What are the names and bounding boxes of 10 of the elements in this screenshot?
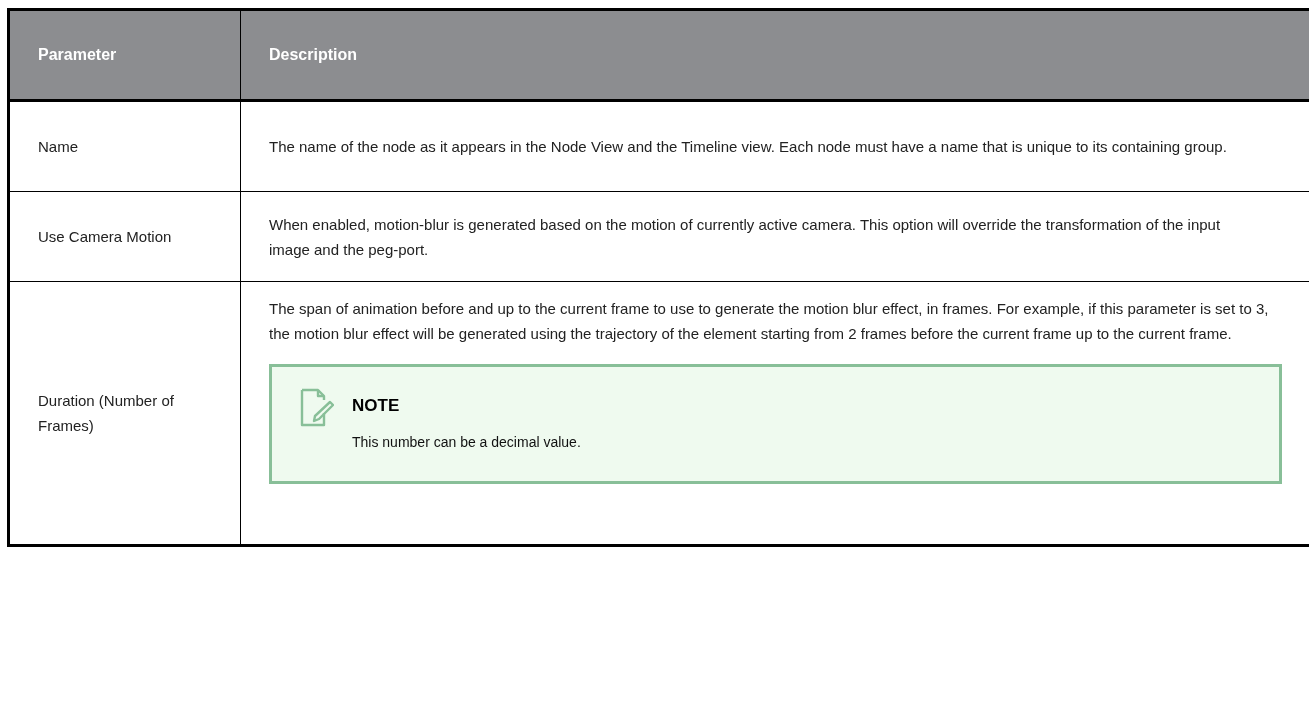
description-text: When enabled, motion-blur is generated based on the motion of currently active camera. This option will override the transformation of the input image and the peg-port. (269, 214, 1222, 260)
description-text: The span of animation before and up to the current frame to use to generate the motion blur effect, in frames. For example, if this parameter is set to 3, the motion blur effect will be generated using the trajectory of the element starting from 2 frames before the current frame up to the current frame. (269, 299, 1270, 344)
column-header: Parameter (8, 9, 241, 101)
parameter-cell: Use Camera Motion (8, 191, 241, 282)
parameter-cell: Name (8, 100, 241, 192)
column-header: Description (240, 9, 1309, 101)
note-title: NOTE (352, 395, 401, 417)
note-pencil-icon (300, 387, 334, 427)
description-text: The name of the node as it appears in the Node View and the Timeline view. Each node must have a name that is unique to its containing group. (269, 137, 1228, 157)
note-text: This number can be a decimal value. (352, 433, 581, 452)
